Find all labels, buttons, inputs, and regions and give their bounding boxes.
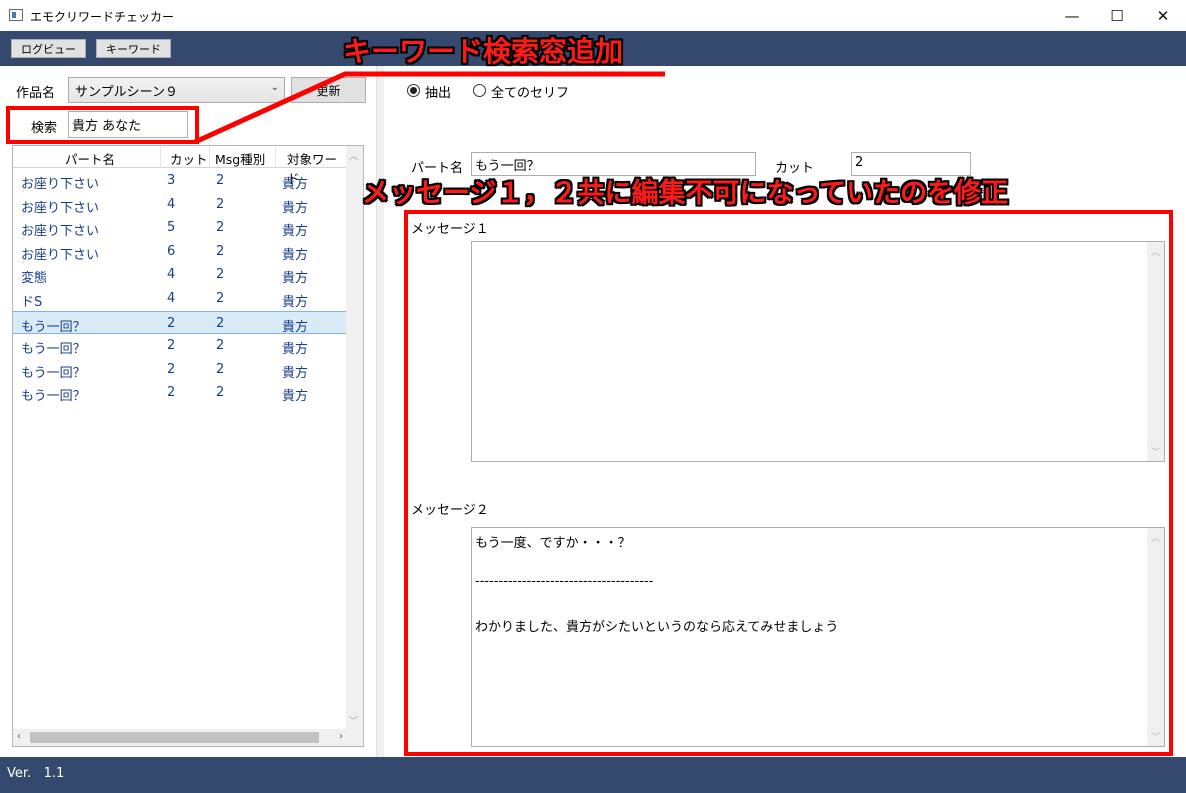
annotation-pointer-line bbox=[193, 71, 665, 145]
annotation-keyword-note: キーワード検索窓追加 bbox=[343, 35, 624, 68]
annotation-message-note: メッセージ１，２共に編集不可になっていたのを修正 bbox=[362, 178, 1009, 209]
annotation-search-highlight bbox=[6, 106, 199, 144]
annotation-message-highlight bbox=[404, 210, 1173, 756]
